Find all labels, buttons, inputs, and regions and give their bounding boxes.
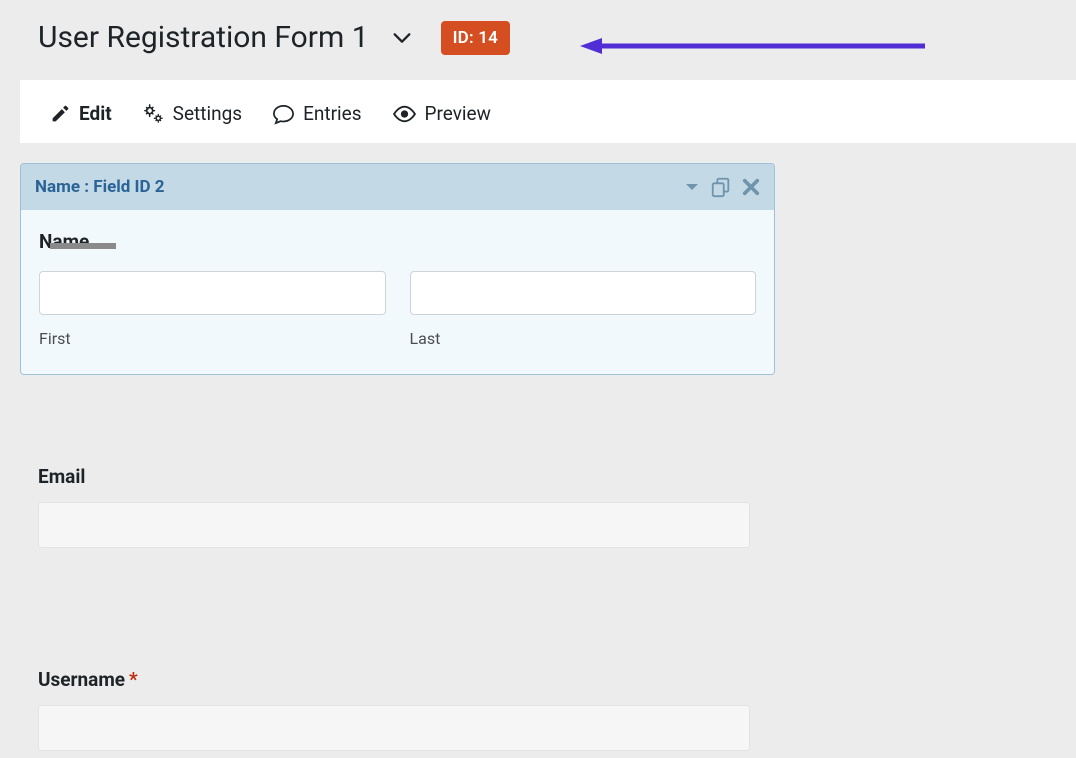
speech-bubble-icon [272, 102, 295, 125]
last-name-input[interactable] [410, 271, 757, 315]
first-name-sublabel: First [39, 329, 386, 348]
tab-edit[interactable]: Edit [50, 102, 112, 125]
first-name-input[interactable] [39, 271, 386, 315]
tab-label: Settings [173, 102, 242, 125]
close-icon [742, 178, 760, 196]
username-label: Username* [38, 668, 750, 691]
field-email: Email [38, 465, 750, 548]
gears-icon [142, 102, 165, 125]
required-marker: * [129, 668, 138, 691]
chevron-down-icon [391, 27, 413, 49]
collapse-toggle[interactable] [684, 181, 700, 193]
annotation-arrow [580, 36, 930, 56]
page-title: User Registration Form 1 [38, 20, 369, 55]
field-card-name[interactable]: Name : Field ID 2 Name [20, 163, 775, 375]
tab-entries[interactable]: Entries [272, 102, 361, 125]
page-header: User Registration Form 1 ID: 14 [0, 0, 1076, 80]
username-input[interactable] [38, 705, 750, 751]
form-id-badge: ID: 14 [441, 21, 510, 55]
email-input[interactable] [38, 502, 750, 548]
field-card-body: Name First Last [21, 210, 774, 374]
field-username: Username* [38, 668, 750, 751]
edit-icon [50, 103, 71, 124]
username-label-text: Username [38, 668, 125, 691]
field-label: Name [39, 230, 756, 253]
delete-field-button[interactable] [742, 178, 760, 196]
last-name-sublabel: Last [410, 329, 757, 348]
field-card-header: Name : Field ID 2 [21, 164, 774, 210]
duplicate-icon [710, 176, 732, 198]
form-switcher-chevron[interactable] [391, 27, 413, 49]
email-label: Email [38, 465, 750, 488]
active-tab-underline [50, 243, 116, 249]
tab-label: Preview [425, 102, 491, 125]
tab-preview[interactable]: Preview [392, 102, 491, 125]
tab-bar: Edit Settings Entries [20, 80, 1076, 143]
eye-icon [392, 104, 417, 124]
duplicate-field-button[interactable] [710, 176, 732, 198]
caret-down-icon [684, 181, 700, 193]
tab-label: Edit [79, 102, 112, 125]
tab-label: Entries [303, 102, 361, 125]
tab-settings[interactable]: Settings [142, 102, 242, 125]
field-card-title: Name : Field ID 2 [35, 177, 165, 197]
